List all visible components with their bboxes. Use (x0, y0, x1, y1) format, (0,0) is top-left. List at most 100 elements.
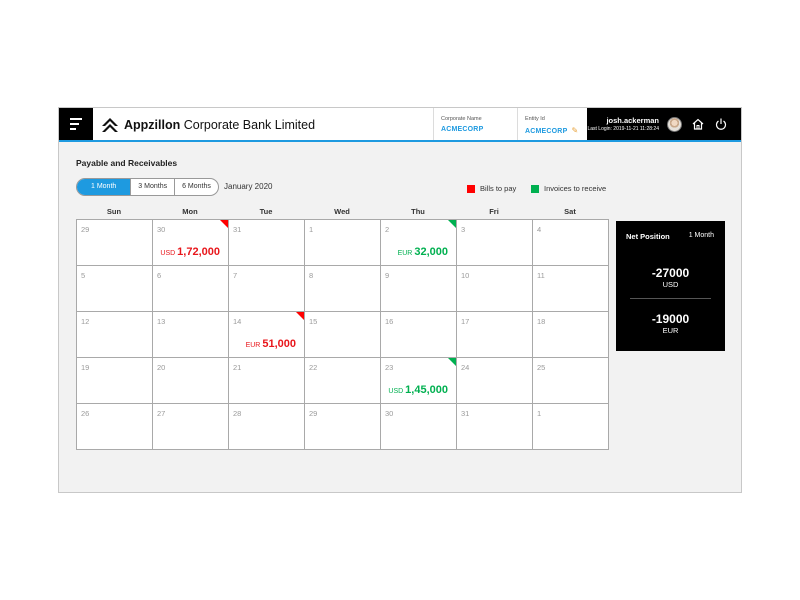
tab-1-month[interactable]: 1 Month (77, 179, 132, 195)
day-number: 14 (233, 317, 242, 326)
calendar-day-cell[interactable]: 5 (77, 266, 153, 312)
calendar-grid: 29 30 USD 1,72,000 31 1 2 EUR 32,000 3 4 5 6 7 8 9 10 11 1… (76, 220, 609, 450)
day-number: 29 (81, 225, 90, 234)
day-number: 8 (309, 271, 314, 280)
calendar-day-cell[interactable]: 25 (533, 358, 609, 404)
pencil-icon[interactable]: ✎ (571, 126, 578, 135)
calendar-day-cell[interactable]: 11 (533, 266, 609, 312)
day-number: 2 (385, 225, 390, 234)
calendar-day-cell[interactable]: 29 (305, 404, 381, 450)
power-icon[interactable] (714, 117, 728, 131)
legend-label: Invoices to receive (544, 184, 607, 193)
calendar-day-cell[interactable]: 2 EUR 32,000 (381, 220, 457, 266)
invoice-amount[interactable]: USD 1,45,000 (388, 380, 448, 398)
calendar-day-cell[interactable]: 31 (457, 404, 533, 450)
entity-id-label: Entity Id (525, 116, 545, 122)
calendar-day-cell[interactable]: 1 (533, 404, 609, 450)
calendar-day-cell[interactable]: 31 (229, 220, 305, 266)
day-number: 27 (157, 409, 166, 418)
day-number: 25 (537, 363, 546, 372)
home-icon[interactable] (691, 117, 705, 131)
weekday-sat: Sat (564, 207, 576, 216)
net-position-period: 1 Month (688, 232, 714, 239)
calendar-day-cell[interactable]: 7 (229, 266, 305, 312)
calendar-day-cell[interactable]: 23 USD 1,45,000 (381, 358, 457, 404)
weekday-header: Sun Mon Tue Wed Thu Fri Sat (76, 206, 609, 220)
calendar-day-cell[interactable]: 21 (229, 358, 305, 404)
legend-swatch-red (467, 184, 475, 193)
entity-id-value[interactable]: ACMECORP ✎ (525, 126, 578, 135)
day-number: 9 (385, 271, 390, 280)
top-header: Appzillon Corporate Bank Limited Corpora… (59, 108, 741, 142)
calendar-day-cell[interactable]: 13 (153, 312, 229, 358)
net-currency-eur: EUR (662, 326, 679, 335)
calendar-day-cell[interactable]: 6 (153, 266, 229, 312)
weekday-fri: Fri (489, 207, 499, 216)
invoice-marker (448, 220, 456, 228)
calendar-day-cell[interactable]: 1 (305, 220, 381, 266)
calendar-day-cell[interactable]: 30 USD 1,72,000 (153, 220, 229, 266)
calendar-day-cell[interactable]: 24 (457, 358, 533, 404)
brand-bold: Appzillon (124, 118, 181, 132)
weekday-thu: Thu (411, 207, 425, 216)
net-position-panel: Net Position 1 Month -27000 USD -19000 E… (616, 221, 725, 351)
day-number: 26 (81, 409, 90, 418)
invoice-marker (448, 358, 456, 366)
calendar-day-cell[interactable]: 26 (77, 404, 153, 450)
bill-amount[interactable]: EUR 51,000 (246, 334, 296, 352)
day-number: 6 (157, 271, 162, 280)
weekday-tue: Tue (259, 207, 273, 216)
calendar-day-cell[interactable]: 18 (533, 312, 609, 358)
calendar-day-cell[interactable]: 9 (381, 266, 457, 312)
tab-3-months[interactable]: 3 Months (131, 179, 176, 195)
calendar-day-cell[interactable]: 22 (305, 358, 381, 404)
calendar-day-cell[interactable]: 12 (77, 312, 153, 358)
calendar-day-cell[interactable]: 17 (457, 312, 533, 358)
bank-name: Appzillon Corporate Bank Limited (124, 118, 315, 132)
day-number: 5 (81, 271, 86, 280)
calendar-day-cell[interactable]: 3 (457, 220, 533, 266)
amount-value: 51,000 (262, 338, 296, 350)
calendar-day-cell[interactable]: 14 EUR 51,000 (229, 312, 305, 358)
day-number: 28 (233, 409, 242, 418)
day-number: 13 (157, 317, 166, 326)
appzillon-logo-icon (102, 118, 118, 132)
day-number: 1 (537, 409, 542, 418)
header-divider (433, 108, 434, 140)
calendar: Sun Mon Tue Wed Thu Fri Sat 29 30 USD 1,72,000 31 1… (76, 206, 609, 450)
legend-swatch-green (531, 184, 539, 193)
weekday-sun: Sun (106, 207, 122, 216)
tab-6-months[interactable]: 6 Months (175, 179, 218, 195)
net-position-title: Net Position (626, 232, 670, 241)
calendar-day-cell[interactable]: 27 (153, 404, 229, 450)
calendar-day-cell[interactable]: 19 (77, 358, 153, 404)
day-number: 31 (461, 409, 470, 418)
entity-id-field: Entity Id ACMECORP ✎ (525, 116, 578, 135)
day-number: 31 (233, 225, 242, 234)
avatar[interactable] (667, 117, 682, 132)
calendar-day-cell[interactable]: 15 (305, 312, 381, 358)
calendar-day-cell[interactable]: 28 (229, 404, 305, 450)
invoice-amount[interactable]: EUR 32,000 (398, 242, 448, 260)
calendar-day-cell[interactable]: 16 (381, 312, 457, 358)
day-number: 18 (537, 317, 546, 326)
weekday-mon: Mon (182, 207, 198, 216)
period-tabs: 1 Month 3 Months 6 Months (76, 178, 219, 196)
corporate-name-value[interactable]: ACMECORP (441, 126, 483, 133)
amount-currency: USD (160, 250, 176, 257)
day-number: 23 (385, 363, 394, 372)
corporate-name-label: Corporate Name (441, 116, 482, 122)
bill-marker (296, 312, 304, 320)
day-number: 7 (233, 271, 238, 280)
bill-amount[interactable]: USD 1,72,000 (160, 242, 220, 260)
calendar-day-cell[interactable]: 30 (381, 404, 457, 450)
calendar-day-cell[interactable]: 20 (153, 358, 229, 404)
day-number: 12 (81, 317, 90, 326)
calendar-day-cell[interactable]: 29 (77, 220, 153, 266)
menu-icon[interactable] (59, 108, 93, 140)
calendar-day-cell[interactable]: 4 (533, 220, 609, 266)
day-number: 29 (309, 409, 318, 418)
calendar-day-cell[interactable]: 10 (457, 266, 533, 312)
day-number: 17 (461, 317, 470, 326)
calendar-day-cell[interactable]: 8 (305, 266, 381, 312)
